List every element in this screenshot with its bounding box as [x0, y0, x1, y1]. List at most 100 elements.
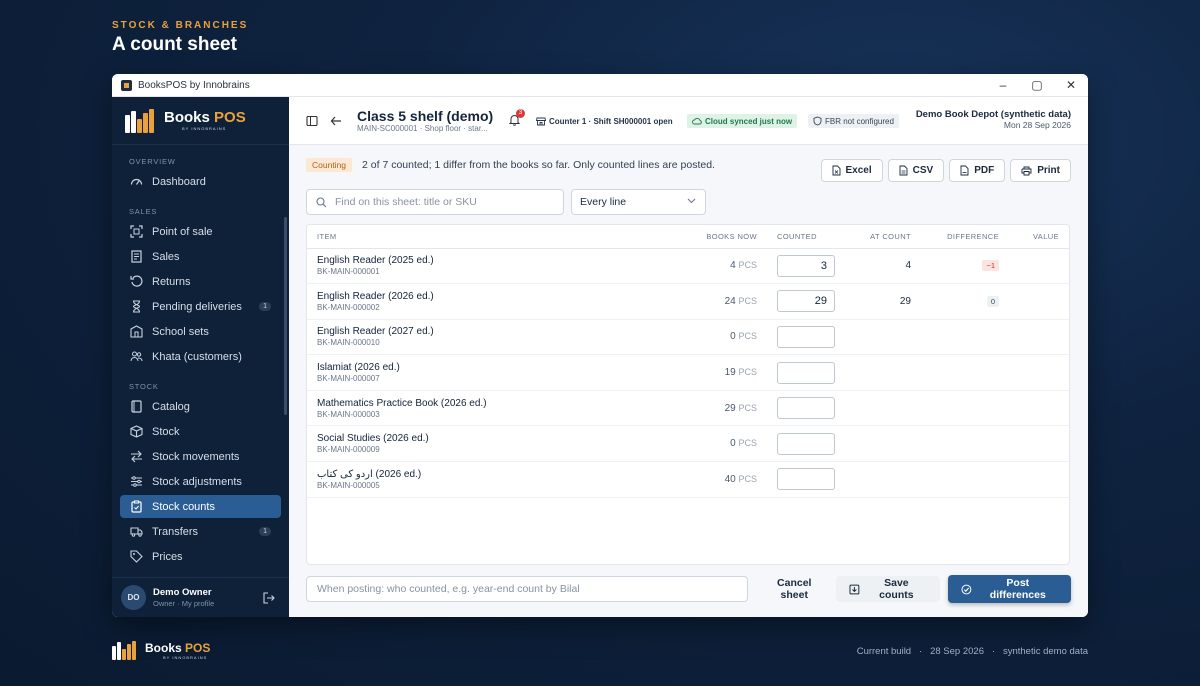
sidebar-item-stock[interactable]: Stock — [120, 420, 281, 443]
user-profile[interactable]: DO Demo Owner Owner · My profile — [112, 577, 289, 617]
column-header-at-count: AT COUNT — [845, 225, 921, 249]
sidebar-item-dashboard[interactable]: Dashboard — [120, 170, 281, 193]
sidebar-item-label: Stock counts — [152, 500, 215, 513]
page-title: Class 5 shelf (demo) — [357, 107, 494, 124]
nav-section-sales: SALES — [129, 207, 158, 216]
item-sku: BK-MAIN-000002 — [317, 302, 380, 312]
item-sku: BK-MAIN-000001 — [317, 267, 380, 277]
sidebar-item-stock-adjustments[interactable]: Stock adjustments — [120, 470, 281, 493]
unit-label: PCS — [738, 260, 757, 271]
value-cell — [1009, 461, 1069, 498]
store-date: Mon 28 Sep 2026 — [1003, 120, 1071, 131]
excel-export-button[interactable]: Excel — [820, 159, 883, 182]
unit-label: PCS — [738, 295, 757, 306]
top-bar: Class 5 shelf (demo) MAIN-SC000001 · Sho… — [289, 97, 1088, 145]
csv-export-button[interactable]: CSV — [887, 159, 945, 182]
counted-input[interactable] — [777, 290, 835, 313]
value-cell — [1009, 319, 1069, 356]
minimize-button[interactable]: – — [986, 78, 1020, 92]
status-summary: 2 of 7 counted; 1 differ from the books … — [362, 159, 715, 171]
books-now-cell: 40 PCS — [637, 461, 767, 498]
pdf-export-button[interactable]: PDF — [949, 159, 1006, 182]
sidebar-item-sales[interactable]: Sales — [120, 245, 281, 268]
at-count-cell — [845, 461, 921, 498]
maximize-button[interactable]: ▢ — [1020, 78, 1054, 92]
books-now-cell: 0 PCS — [637, 425, 767, 463]
books-now-cell: 4 PCS — [637, 248, 767, 285]
status-badge: Counting — [306, 158, 353, 172]
promo-title: A count sheet — [112, 34, 237, 55]
line-filter-select[interactable]: Every line — [571, 189, 706, 215]
column-header-books-now: BOOKS NOW — [637, 225, 767, 249]
difference-cell: 0 — [921, 283, 1009, 320]
value-cell — [1009, 248, 1069, 285]
logout-icon[interactable] — [263, 591, 275, 609]
sidebar-item-school-sets[interactable]: School sets — [120, 320, 281, 343]
sidebar-item-transfers[interactable]: Transfers 1 — [120, 520, 281, 543]
books-now-value: 0 — [730, 331, 736, 343]
sidebar-item-label: School sets — [152, 325, 209, 338]
sidebar-item-label: Stock — [152, 425, 180, 438]
notification-count-badge: 3 — [516, 109, 525, 118]
value-cell — [1009, 354, 1069, 391]
cancel-sheet-button[interactable]: Cancel sheet — [762, 577, 826, 601]
sidebar-item-returns[interactable]: Returns — [120, 270, 281, 293]
close-button[interactable]: ✕ — [1054, 78, 1088, 92]
counted-input[interactable] — [777, 325, 835, 348]
value-cell — [1009, 425, 1069, 463]
counted-input[interactable] — [777, 468, 835, 491]
sidebar-toggle-icon[interactable] — [305, 114, 319, 128]
table-row: Mathematics Practice Book (2026 ed.) BK-M… — [307, 390, 1069, 427]
column-header-difference: DIFFERENCE — [921, 225, 1009, 249]
counted-input[interactable] — [777, 397, 835, 420]
brand-sub: BY INNOBRAINS — [163, 655, 208, 660]
back-arrow-icon[interactable] — [329, 114, 343, 128]
brand-logo[interactable]: Books POS BY INNOBRAINS — [112, 97, 289, 145]
count-status: Counting 2 of 7 counted; 1 differ from t… — [306, 158, 715, 172]
sidebar-item-label: Pending deliveries — [152, 300, 242, 313]
sidebar-item-label: Sales — [152, 250, 180, 263]
books-now-value: 29 — [724, 402, 736, 414]
print-button[interactable]: Print — [1010, 159, 1071, 182]
sidebar-item-khata[interactable]: Khata (customers) — [120, 345, 281, 368]
sliders-icon — [130, 475, 143, 488]
sidebar-item-label: Point of sale — [152, 225, 213, 238]
save-counts-button[interactable]: Save counts — [836, 576, 940, 602]
at-count-cell: 29 — [845, 283, 921, 320]
difference-badge: −1 — [982, 260, 999, 272]
counted-input[interactable] — [777, 361, 835, 384]
search-box[interactable] — [306, 189, 564, 215]
app-icon — [121, 79, 132, 91]
sidebar-item-stock-counts[interactable]: Stock counts — [120, 495, 281, 518]
scan-icon — [130, 225, 143, 238]
sidebar-item-pending-deliveries[interactable]: Pending deliveries 1 — [120, 295, 281, 318]
build-info: Current build · 28 Sep 2026 · synthetic … — [856, 646, 1088, 657]
search-input[interactable] — [335, 196, 545, 208]
sidebar-nav: OVERVIEW Dashboard SALES Point of sale S… — [112, 145, 289, 568]
school-icon — [130, 325, 143, 338]
tag-icon — [130, 550, 143, 563]
posting-note-input[interactable] — [306, 576, 749, 602]
window-controls: – ▢ ✕ — [986, 78, 1088, 92]
sidebar-item-prices[interactable]: Prices — [120, 545, 281, 568]
sidebar-item-point-of-sale[interactable]: Point of sale — [120, 220, 281, 243]
table-row: English Reader (2025 ed.) BK-MAIN-000001 4… — [307, 248, 1069, 285]
counted-input[interactable] — [777, 432, 835, 455]
books-logo-icon — [125, 107, 159, 135]
value-cell — [1009, 390, 1069, 427]
avatar: DO — [121, 585, 146, 610]
counted-input[interactable] — [777, 254, 835, 277]
item-sku: BK-MAIN-000007 — [317, 374, 380, 384]
books-now-cell: 24 PCS — [637, 283, 767, 320]
file-icon — [832, 165, 840, 176]
arrows-icon — [130, 450, 143, 463]
sidebar-item-stock-movements[interactable]: Stock movements — [120, 445, 281, 468]
item-sku: BK-MAIN-000003 — [317, 409, 380, 419]
item-sku: BK-MAIN-000005 — [317, 480, 380, 490]
sidebar-scrollbar[interactable] — [284, 217, 287, 415]
sidebar-item-catalog[interactable]: Catalog — [120, 395, 281, 418]
post-differences-button[interactable]: Post differences — [947, 575, 1071, 603]
store-icon — [536, 117, 546, 125]
notifications-bell-icon[interactable]: 3 — [508, 109, 525, 131]
search-icon — [316, 196, 327, 207]
